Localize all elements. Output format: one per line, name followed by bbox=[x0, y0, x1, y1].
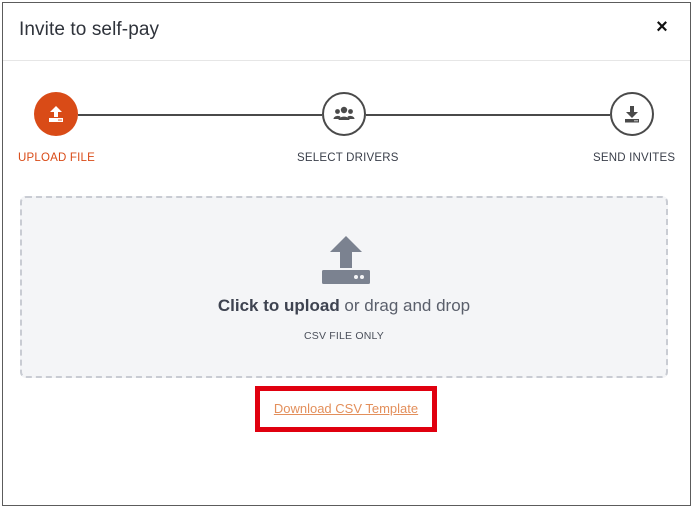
step-select-drivers[interactable] bbox=[322, 92, 366, 136]
download-template-highlight: Download CSV Template bbox=[255, 386, 437, 432]
click-to-upload-text[interactable]: Click to upload bbox=[218, 296, 340, 315]
drag-drop-text: or drag and drop bbox=[339, 296, 471, 315]
step-send-invites[interactable] bbox=[610, 92, 654, 136]
step-label-upload-file: UPLOAD FILE bbox=[18, 152, 95, 164]
download-csv-template-link[interactable]: Download CSV Template bbox=[260, 401, 432, 416]
users-icon bbox=[333, 106, 355, 120]
step-label-send-invites: SEND INVITES bbox=[593, 152, 676, 164]
modal-header: Invite to self-pay × bbox=[3, 3, 690, 61]
upload-icon bbox=[49, 106, 63, 122]
file-dropzone[interactable]: Click to upload or drag and drop CSV FIL… bbox=[20, 196, 668, 378]
step-connector bbox=[78, 114, 322, 116]
dropzone-file-type-note: CSV FILE ONLY bbox=[303, 330, 384, 342]
modal-title: Invite to self-pay bbox=[19, 19, 160, 40]
step-upload-file[interactable] bbox=[34, 92, 78, 136]
step-label-select-drivers: SELECT DRIVERS bbox=[297, 152, 399, 164]
step-connector bbox=[366, 114, 610, 116]
dropzone-instruction: Click to upload or drag and drop bbox=[22, 296, 666, 316]
stepper: UPLOAD FILE SELECT DRIVERS SEND INVITES bbox=[0, 92, 693, 172]
upload-tray-icon bbox=[322, 236, 370, 284]
download-icon bbox=[625, 106, 639, 123]
close-button[interactable]: × bbox=[652, 16, 672, 38]
